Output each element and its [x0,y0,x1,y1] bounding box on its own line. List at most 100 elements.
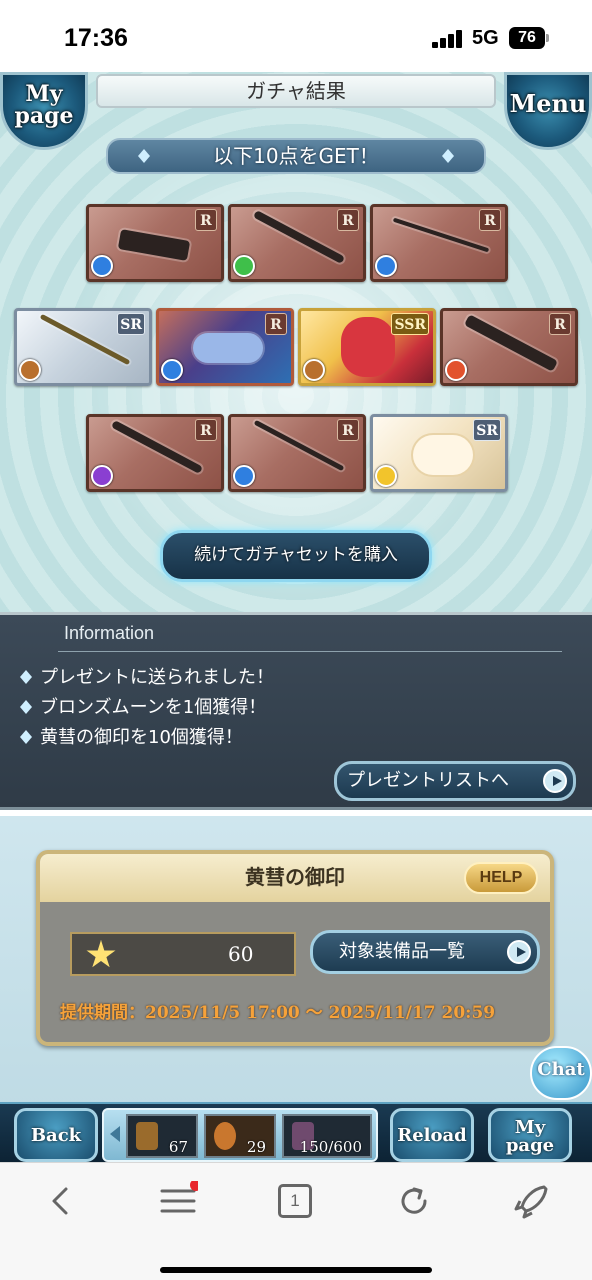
item-strip: 67 29 150/600 [102,1108,378,1162]
play-arrow-icon [543,769,567,793]
page-title: ガチャ結果 [96,74,496,108]
result-card-10[interactable]: SR [370,414,508,492]
signal-icon [432,30,464,48]
information-panel: Information プレゼントに送られました！ ブロンズムーンを1個獲得！ … [0,612,592,810]
information-title: Information [64,623,155,643]
info-message: プレゼントに送られました！ [20,663,274,689]
reload-button[interactable]: Reload [390,1108,474,1162]
rarity-badge: R [549,313,571,335]
gauntlet-icon [117,229,191,261]
item-count: 29 [246,1138,266,1156]
result-card-8[interactable]: R [86,414,224,492]
rarity-badge: SSR [391,313,429,335]
result-card-2[interactable]: R [228,204,366,282]
item-icon [214,1122,236,1150]
back-button[interactable]: Back [14,1108,98,1162]
gem-icon [442,149,454,163]
result-card-4[interactable]: SR [14,308,152,386]
info-message: ブロンズムーンを1個獲得！ [20,693,266,719]
present-list-button[interactable]: プレゼントリストへ [334,761,576,801]
dark-element-icon [91,465,113,487]
game-view: My page ガチャ結果 Menu 以下10点をGET！ R R R SR R… [0,72,592,1162]
rarity-badge: R [479,209,501,231]
result-card-1[interactable]: R [86,204,224,282]
water-element-icon [375,255,397,277]
game-bottom-bar: Back 67 29 150/600 Reload My page [0,1102,592,1162]
rarity-badge: R [337,419,359,441]
browser-toolbar: 1 [0,1162,592,1280]
sheep-summon-icon [413,435,473,475]
earth-element-icon [303,359,325,381]
status-bar: 17:36 5G 76 [0,0,592,72]
item-count: 150/600 [299,1138,362,1156]
blade-icon [110,419,204,475]
item-tile[interactable]: 67 [126,1114,198,1158]
rarity-badge: R [265,313,287,335]
divider [58,651,562,652]
result-card-7[interactable]: R [440,308,578,386]
result-card-5[interactable]: R [156,308,294,386]
mypage-button[interactable]: My page [0,72,88,150]
seal-count-box: 60 [70,932,296,976]
info-message-text: ブロンズムーンを1個獲得！ [40,697,267,718]
back-icon[interactable] [42,1181,82,1221]
chat-button[interactable]: Chat [530,1046,592,1100]
gun-icon [464,314,558,372]
fish-summon-icon [193,333,263,363]
earth-element-icon [19,359,41,381]
help-button[interactable]: HELP [464,862,538,894]
result-card-9[interactable]: R [228,414,366,492]
bow-icon [392,217,490,253]
rarity-badge: R [195,419,217,441]
water-element-icon [161,359,183,381]
gem-icon [20,700,32,714]
mypage-bottom-button[interactable]: My page [488,1108,572,1162]
clock: 17:36 [64,24,128,52]
info-message: 黄彗の御印を10個獲得！ [20,723,243,749]
info-message-text: 黄彗の御印を10個獲得！ [40,727,243,748]
rarity-badge: R [337,209,359,231]
gem-icon [20,670,32,684]
get-banner-text: 以下10点をGET！ [213,144,379,168]
rarity-badge: SR [473,419,501,441]
equip-list-label: 対象装備品一覧 [339,941,465,962]
refresh-icon[interactable] [394,1181,434,1221]
seal-star-icon [86,940,116,968]
water-element-icon [233,465,255,487]
fire-element-icon [445,359,467,381]
axe-icon [252,209,346,265]
info-message-text: プレゼントに送られました！ [40,667,274,688]
offer-period: 提供期間：2025/11/5 17:00 〜 2025/11/17 20:59 [60,1003,496,1023]
result-card-6[interactable]: SSR [298,308,436,386]
item-tile[interactable]: 150/600 [282,1114,372,1158]
get-banner: 以下10点をGET！ [106,138,486,174]
item-icon [136,1122,158,1150]
wind-element-icon [233,255,255,277]
water-element-icon [91,255,113,277]
character-portrait-icon [341,317,395,377]
gem-icon [20,730,32,744]
result-card-3[interactable]: R [370,204,508,282]
present-list-label: プレゼントリストへ [347,770,509,791]
item-count: 67 [168,1138,188,1156]
battery-icon: 76 [509,27,545,49]
gacha-results-panel: My page ガチャ結果 Menu 以下10点をGET！ R R R SR R… [0,72,592,612]
chevron-left-icon[interactable] [110,1126,120,1142]
gem-icon [138,149,150,163]
menu-icon[interactable] [158,1181,198,1221]
seal-count: 60 [228,942,254,966]
menu-button[interactable]: Menu [504,72,592,150]
seal-panel: 黄彗の御印 HELP 60 対象装備品一覧 提供期間：2025/11/5 17:… [36,850,554,1046]
target-equipment-list-button[interactable]: 対象装備品一覧 [310,930,540,974]
battery-tip [546,34,549,42]
home-indicator [160,1267,432,1273]
rocket-icon[interactable] [512,1181,552,1221]
network-type: 5G [472,27,499,49]
rarity-badge: R [195,209,217,231]
tabs-icon[interactable]: 1 [278,1184,312,1218]
staff-icon [253,419,345,472]
play-arrow-icon [507,940,531,964]
continue-gacha-button[interactable]: 続けてガチャセットを購入 [160,530,432,582]
item-tile[interactable]: 29 [204,1114,276,1158]
rarity-badge: SR [117,313,145,335]
